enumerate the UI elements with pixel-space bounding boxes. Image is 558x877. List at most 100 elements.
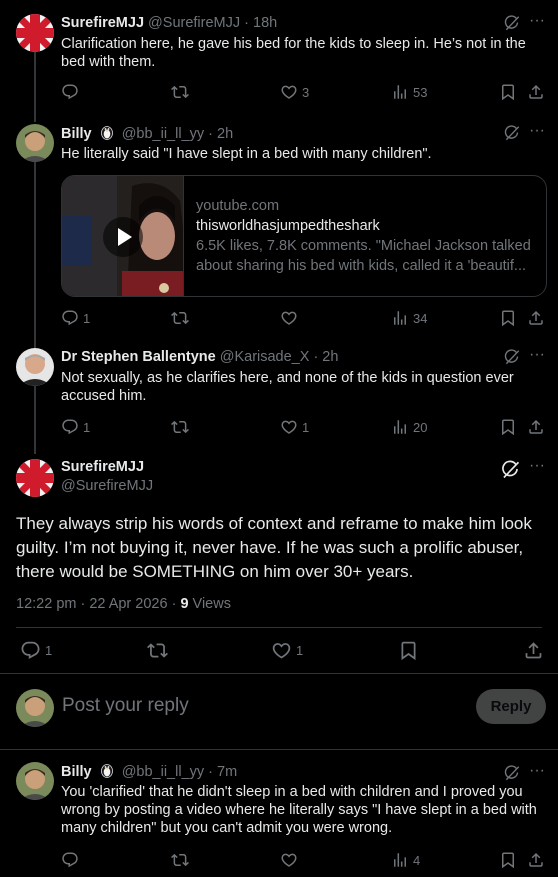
reply-count: 1 (83, 419, 91, 435)
card-domain: youtube.com (196, 198, 280, 214)
retweet-icon (171, 851, 189, 869)
share-button[interactable] (523, 640, 544, 660)
views-button[interactable]: 20 (391, 417, 427, 437)
views-button[interactable]: 4 (391, 850, 420, 870)
tweet-stephen[interactable]: Dr Stephen Ballentyne @Karisade_X · 2h ·… (0, 347, 558, 438)
user-handle[interactable]: @bb_ii_ll_yy (122, 764, 204, 780)
retweet-button[interactable] (171, 850, 189, 870)
tweet-billy-2[interactable]: Billy @bb_ii_ll_yy · 7m ··· You 'clarifi… (0, 762, 558, 877)
heart-icon (280, 83, 298, 101)
retweet-button[interactable] (147, 640, 168, 660)
bookmark-button[interactable] (499, 850, 517, 870)
action-bar: 1 34 (61, 308, 546, 328)
bookmark-button[interactable] (499, 308, 517, 328)
grok-icon[interactable] (503, 14, 520, 31)
tweet-text: You 'clarified' that he didn't sleep in … (61, 784, 537, 836)
grok-icon[interactable] (503, 124, 520, 141)
bookmark-icon (499, 851, 517, 869)
more-icon[interactable]: ··· (528, 763, 546, 783)
like-button[interactable]: 1 (271, 640, 303, 660)
retweet-button[interactable] (171, 82, 193, 102)
avatar[interactable] (16, 762, 54, 800)
reply-button[interactable]: Reply (476, 689, 546, 724)
like-button[interactable]: 3 (280, 82, 309, 102)
timestamp[interactable]: 12:22 pm · 22 Apr 2026 · (16, 596, 180, 612)
view-count: 34 (413, 310, 428, 326)
user-handle[interactable]: @Karisade_X (220, 349, 310, 365)
share-button[interactable] (527, 308, 545, 328)
grok-icon[interactable] (500, 459, 520, 479)
like-button[interactable]: 1 (280, 417, 309, 437)
reply-icon (61, 83, 79, 101)
tweet-surefire-1[interactable]: SurefireMJJ @SurefireMJJ · 18h ··· Clari… (0, 13, 558, 114)
reply-button[interactable]: 1 (61, 308, 90, 328)
share-button[interactable] (527, 850, 545, 870)
card-title: thisworldhasjumpedtheshark (196, 218, 380, 234)
views-button[interactable]: 34 (391, 308, 427, 328)
like-count: 3 (302, 84, 310, 100)
play-icon[interactable] (103, 217, 143, 257)
bookmark-icon (398, 640, 419, 661)
bookmark-button[interactable] (499, 417, 517, 437)
tweet-billy-1[interactable]: Billy @bb_ii_ll_yy · 2h ··· He literally… (0, 123, 558, 330)
reply-button[interactable]: 1 (61, 417, 90, 437)
avatar[interactable] (16, 348, 54, 386)
views-button[interactable]: 53 (391, 82, 427, 102)
more-icon[interactable]: ··· (528, 13, 546, 33)
link-card[interactable]: youtube.com thisworldhasjumpedtheshark 6… (61, 175, 547, 297)
like-button[interactable] (280, 308, 302, 328)
bookmark-button[interactable] (499, 82, 517, 102)
reply-icon (61, 418, 79, 436)
reply-button[interactable] (61, 850, 79, 870)
action-bar: 4 (61, 850, 546, 870)
heart-icon (280, 309, 298, 327)
share-icon (527, 418, 545, 436)
focused-tweet: SurefireMJJ @SurefireMJJ ··· They always… (0, 458, 558, 679)
retweet-icon (171, 418, 189, 436)
display-name[interactable]: Billy (61, 764, 92, 780)
reply-icon (61, 851, 79, 869)
timestamp[interactable]: · 2h (208, 126, 233, 142)
avatar[interactable] (16, 459, 54, 497)
more-icon[interactable]: ··· (528, 347, 546, 367)
timestamp[interactable]: · 18h (244, 15, 277, 31)
share-button[interactable] (527, 82, 545, 102)
share-button[interactable] (527, 417, 545, 437)
avatar[interactable] (16, 689, 54, 727)
user-handle[interactable]: @SurefireMJJ (61, 478, 153, 494)
heart-icon (280, 851, 298, 869)
action-bar: 1 1 (20, 640, 542, 662)
timestamp[interactable]: · 2h (313, 349, 338, 365)
user-handle[interactable]: @SurefireMJJ (148, 15, 240, 31)
more-icon[interactable]: ··· (528, 458, 546, 478)
share-icon (523, 640, 544, 661)
tweet-header: Billy @bb_ii_ll_yy · 2h (61, 124, 233, 143)
view-count: 53 (413, 84, 428, 100)
display-name[interactable]: SurefireMJJ (61, 15, 144, 31)
like-button[interactable] (280, 850, 298, 870)
grok-icon[interactable] (503, 764, 520, 781)
heart-icon (280, 418, 298, 436)
retweet-icon (171, 309, 189, 327)
retweet-button[interactable] (171, 417, 193, 437)
display-name[interactable]: Billy (61, 126, 92, 142)
reply-button[interactable]: 1 (20, 640, 52, 660)
avatar[interactable] (16, 124, 54, 162)
video-thumbnail[interactable] (62, 176, 184, 296)
bookmark-button[interactable] (398, 640, 419, 660)
user-handle[interactable]: @bb_ii_ll_yy (122, 126, 204, 142)
timestamp[interactable]: · 7m (208, 764, 237, 780)
display-name[interactable]: Dr Stephen Ballentyne (61, 349, 216, 365)
reply-input[interactable]: Post your reply (62, 695, 189, 717)
more-icon[interactable]: ··· (528, 123, 546, 143)
retweet-button[interactable] (171, 308, 193, 328)
views-icon (391, 418, 409, 436)
tweet-header: Dr Stephen Ballentyne @Karisade_X · 2h (61, 348, 338, 366)
reply-icon (61, 309, 79, 327)
views-icon (391, 309, 409, 327)
reply-button[interactable] (61, 82, 83, 102)
display-name[interactable]: SurefireMJJ (61, 459, 144, 475)
grok-icon[interactable] (503, 348, 520, 365)
divider (0, 749, 558, 750)
avatar[interactable] (16, 14, 54, 52)
